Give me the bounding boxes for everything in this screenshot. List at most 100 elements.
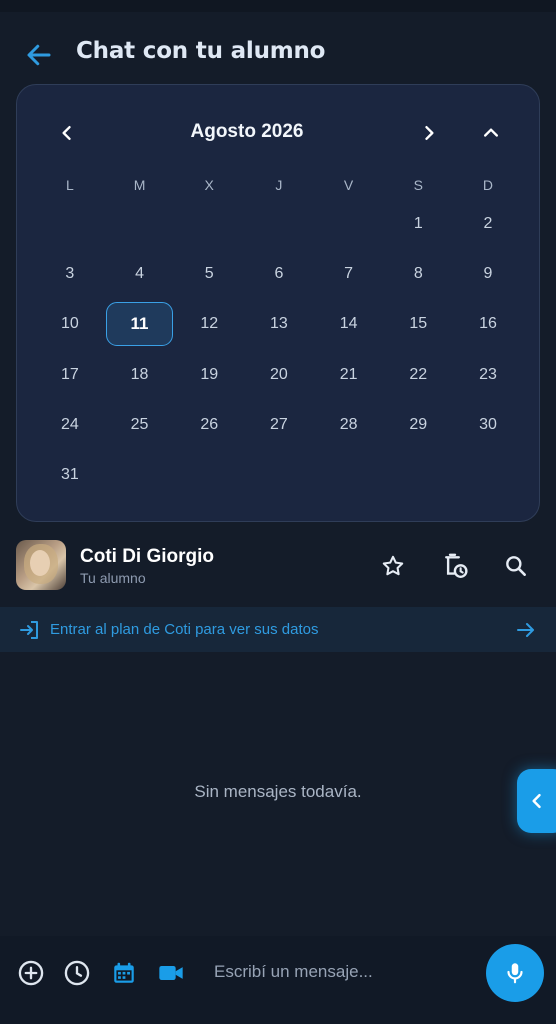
calendar-day[interactable]: 20 — [244, 353, 314, 397]
calendar-day[interactable]: 3 — [35, 252, 105, 296]
weekday-label: L — [65, 177, 74, 193]
calendar-day[interactable]: 21 — [314, 353, 384, 397]
next-month-button[interactable] — [409, 113, 449, 153]
video-camera-icon — [159, 966, 183, 980]
calendar-empty-cell — [383, 453, 453, 497]
side-panel-toggle[interactable] — [517, 769, 556, 833]
calendar-day[interactable]: 4 — [105, 252, 175, 296]
calendar-day[interactable]: 25 — [105, 403, 175, 447]
calendar-day-number: 21 — [339, 365, 358, 383]
video-call-button[interactable] — [156, 958, 186, 988]
calendar-day-number: 8 — [413, 265, 423, 283]
calendar-week-row: 12 — [35, 202, 523, 246]
calendar-day[interactable]: 8 — [383, 252, 453, 296]
calendar-day[interactable]: 17 — [35, 353, 105, 397]
calendar-day-number: 17 — [60, 365, 79, 383]
login-icon — [20, 621, 38, 639]
calendar-day-number: 19 — [200, 365, 219, 383]
previous-month-button[interactable] — [47, 113, 87, 153]
schedule-message-button[interactable] — [62, 958, 92, 988]
calendar-day[interactable]: 13 — [244, 302, 314, 346]
calendar-day-number: 13 — [270, 315, 288, 333]
add-circle-icon — [18, 960, 44, 986]
calendar-day[interactable]: 19 — [174, 353, 244, 397]
collapse-calendar-button[interactable] — [471, 113, 511, 153]
calendar-month-label: Agosto 2026 — [190, 121, 304, 142]
enter-plan-text: Entrar al plan de Coti para ver sus dato… — [50, 621, 319, 638]
calendar-empty-cell — [105, 202, 175, 246]
arrow-left-icon — [27, 44, 51, 66]
chevron-up-icon — [484, 128, 498, 137]
calendar-empty-cell — [244, 453, 314, 497]
calendar-empty-cell — [35, 202, 105, 246]
calendar-empty-cell — [244, 202, 314, 246]
calendar-day[interactable]: 31 — [35, 453, 105, 497]
calendar-day-number: 22 — [409, 365, 428, 383]
back-button[interactable] — [22, 38, 56, 72]
calendar-day[interactable]: 24 — [35, 403, 105, 447]
calendar-day-number: 11 — [130, 314, 149, 334]
calendar-empty-cell — [314, 453, 384, 497]
calendar-day-number: 18 — [130, 365, 149, 383]
calendar-day[interactable]: 28 — [314, 403, 384, 447]
chevron-left-icon — [532, 793, 541, 809]
calendar-day-number: 9 — [483, 265, 493, 283]
calendar-day-number: 27 — [270, 415, 288, 433]
status-bar — [0, 0, 556, 12]
contact-subtitle: Tu alumno — [80, 570, 146, 586]
calendar-day[interactable]: 27 — [244, 403, 314, 447]
calendar-day[interactable]: 9 — [453, 252, 523, 296]
calendar-day[interactable]: 26 — [174, 403, 244, 447]
calendar-day-number: 10 — [60, 315, 79, 333]
calendar-day-selected[interactable]: 11 — [105, 302, 175, 347]
calendar-day-number: 15 — [409, 315, 428, 333]
calendar-empty-cell — [174, 453, 244, 497]
calendar-day[interactable]: 2 — [453, 202, 523, 246]
chevron-left-icon — [62, 126, 71, 140]
calendar-day[interactable]: 5 — [174, 252, 244, 296]
calendar-day[interactable]: 16 — [453, 302, 523, 346]
search-button[interactable] — [498, 548, 534, 584]
calendar-empty-cell — [105, 453, 175, 497]
avatar[interactable] — [16, 540, 66, 590]
calendar-day[interactable]: 7 — [314, 252, 384, 296]
calendar-day-number: 6 — [274, 265, 284, 283]
calendar-button[interactable] — [109, 958, 139, 988]
empty-chat-message: Sin mensajes todavía. — [194, 782, 362, 801]
top-bar: Chat con tu alumno — [0, 24, 556, 80]
calendar-day[interactable]: 22 — [383, 353, 453, 397]
delete-clock-icon — [445, 553, 468, 578]
calendar-day[interactable]: 18 — [105, 353, 175, 397]
calendar-day[interactable]: 15 — [383, 302, 453, 346]
calendar-day-number: 23 — [479, 365, 497, 383]
weekday-label: X — [204, 177, 214, 193]
calendar-day[interactable]: 30 — [453, 403, 523, 447]
calendar-day[interactable]: 1 — [383, 202, 453, 246]
calendar-day[interactable]: 6 — [244, 252, 314, 296]
calendar-day[interactable]: 10 — [35, 302, 105, 346]
calendar-empty-cell — [314, 202, 384, 246]
weekday-label: J — [275, 177, 283, 193]
calendar-day[interactable]: 14 — [314, 302, 384, 346]
scheduled-delete-button[interactable] — [437, 548, 473, 584]
calendar-week-row: 10 11 12 13 14 15 16 — [35, 302, 523, 347]
calendar-day-number: 5 — [204, 265, 214, 283]
calendar-week-row: 24 25 26 27 28 29 30 — [35, 403, 523, 447]
calendar-day-number: 20 — [270, 365, 288, 383]
add-attachment-button[interactable] — [16, 958, 46, 988]
calendar-panel: Agosto 2026 L M X J V S D 1 2 3 4 5 6 7 8 9 10 11 1… — [16, 84, 540, 522]
calendar-day[interactable]: 29 — [383, 403, 453, 447]
weekday-label: S — [413, 177, 423, 193]
calendar-day-number: 3 — [65, 265, 75, 283]
message-input[interactable] — [202, 952, 482, 992]
voice-message-button[interactable] — [486, 944, 544, 1002]
message-composer — [0, 936, 556, 1024]
contact-name: Coti Di Giorgio — [80, 546, 215, 567]
calendar-day[interactable]: 23 — [453, 353, 523, 397]
enter-plan-banner[interactable]: Entrar al plan de Coti para ver sus dato… — [0, 607, 556, 652]
calendar-day-number: 16 — [479, 315, 497, 333]
clock-icon — [64, 960, 90, 986]
calendar-day[interactable]: 12 — [174, 302, 244, 346]
calendar-day-number: 28 — [339, 415, 358, 433]
favorite-button[interactable] — [375, 548, 411, 584]
